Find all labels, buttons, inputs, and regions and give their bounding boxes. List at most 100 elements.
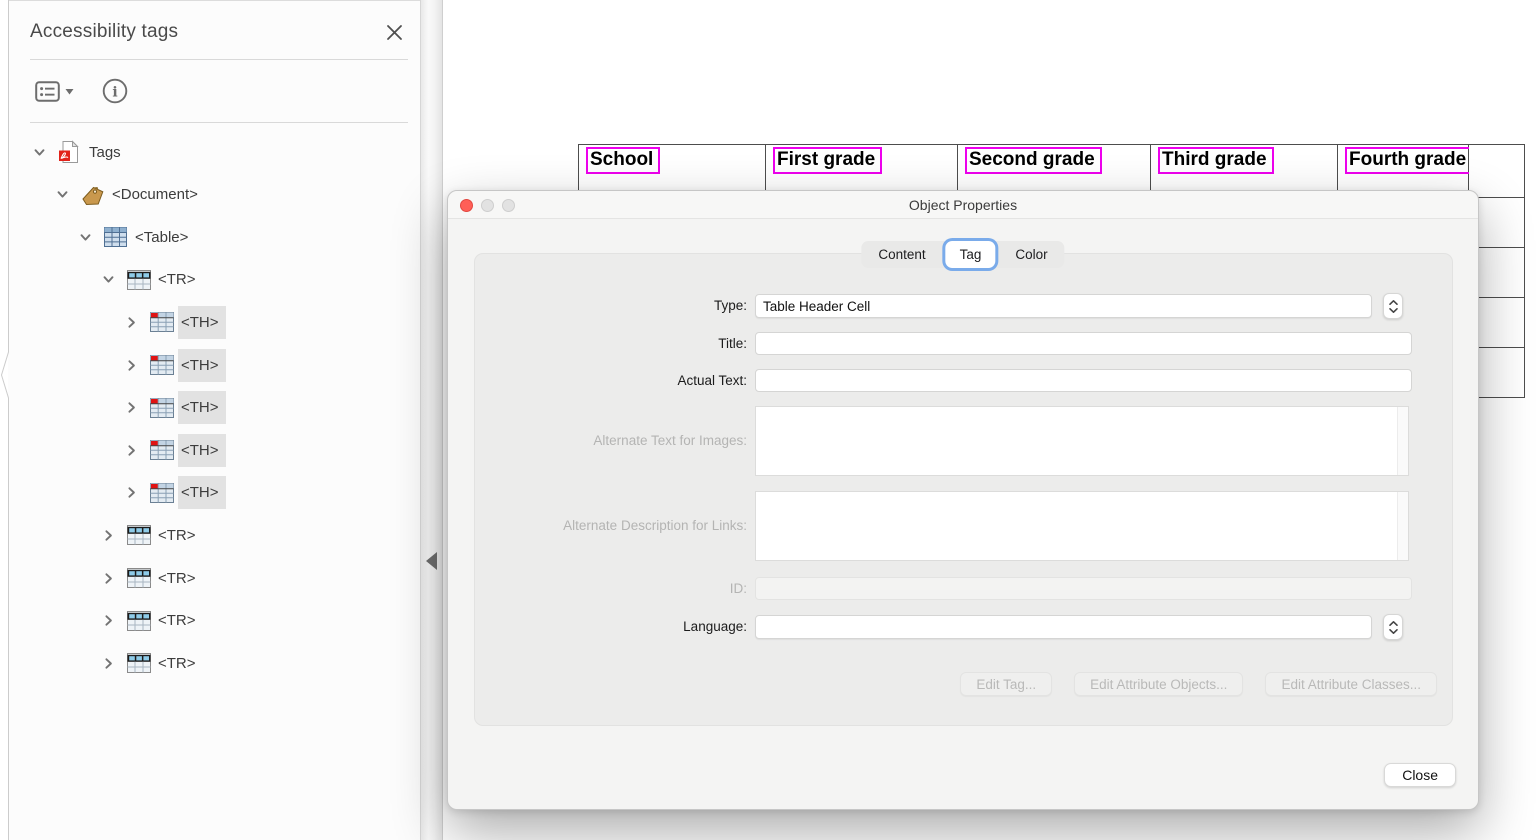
chevron-right-icon[interactable]: [102, 657, 115, 670]
panel-edge-notch: [0, 0, 14, 840]
id-label: ID:: [475, 577, 747, 601]
tree-item-tr-3[interactable]: <TR>: [8, 561, 420, 595]
tag-options-icon: [35, 81, 60, 102]
chevron-right-icon[interactable]: [125, 486, 138, 499]
chevron-right-icon[interactable]: [102, 529, 115, 542]
tree-item-tr-4[interactable]: <TR>: [8, 604, 420, 638]
window-minimize-button: [481, 199, 494, 212]
tree-item-tr-1[interactable]: <TR>: [8, 263, 420, 297]
tag-highlight-box: Third grade: [1158, 147, 1274, 174]
panel-divider: [30, 59, 408, 60]
panel-splitter[interactable]: [420, 0, 443, 840]
chevron-right-icon[interactable]: [125, 316, 138, 329]
pdf-icon: [58, 141, 82, 163]
language-field[interactable]: [755, 615, 1372, 639]
tag-highlight-box: First grade: [773, 147, 882, 174]
panel-title: Accessibility tags: [30, 21, 178, 43]
edit-attribute-objects-button: Edit Attribute Objects...: [1074, 672, 1243, 696]
tag-options-button[interactable]: [32, 78, 77, 105]
panel-divider: [30, 122, 408, 123]
tree-item-tags[interactable]: Tags: [8, 135, 420, 169]
type-field[interactable]: [755, 294, 1372, 318]
tree-item-label: <TH>: [178, 434, 226, 467]
tab-tag[interactable]: Tag: [946, 241, 996, 268]
textarea-scrollbar[interactable]: [1397, 492, 1408, 560]
tree-item-document[interactable]: <Document>: [8, 178, 420, 212]
tree-item-label: <Document>: [109, 178, 205, 211]
chevron-down-icon[interactable]: [33, 146, 46, 159]
tab-color[interactable]: Color: [998, 241, 1064, 268]
title-field[interactable]: [755, 332, 1412, 355]
tree-item-th-1[interactable]: <TH>: [8, 305, 420, 339]
close-panel-button[interactable]: [382, 20, 406, 44]
actual-text-field[interactable]: [755, 369, 1412, 392]
chevron-right-icon[interactable]: [125, 401, 138, 414]
alt-description-links-label: Alternate Description for Links:: [475, 491, 747, 561]
chevron-down-icon[interactable]: [79, 231, 92, 244]
tree-item-label: <TR>: [155, 604, 203, 637]
tree-item-label: <TR>: [155, 263, 203, 296]
tree-item-tr-5[interactable]: <TR>: [8, 646, 420, 680]
alt-text-images-label: Alternate Text for Images:: [475, 406, 747, 476]
pdf-header-cell: [1469, 145, 1525, 198]
accessibility-tags-panel: Accessibility tags: [8, 0, 420, 840]
header-cell-icon: [150, 311, 174, 333]
tree-item-tr-2[interactable]: <TR>: [8, 518, 420, 552]
tree-item-label: <Table>: [132, 221, 195, 254]
acrobat-window: Accessibility tags: [0, 0, 1540, 840]
chevron-right-icon[interactable]: [102, 614, 115, 627]
tree-item-label: <TR>: [155, 647, 203, 680]
table-row-icon: [127, 524, 151, 546]
close-icon: [385, 23, 404, 42]
close-button[interactable]: Close: [1384, 763, 1456, 787]
alt-text-images-textarea: [755, 406, 1409, 476]
chevron-right-icon[interactable]: [125, 444, 138, 457]
table-icon: [104, 226, 128, 248]
object-properties-dialog: Object Properties ContentTagColor Type: T…: [447, 190, 1479, 810]
alt-description-links-textarea: [755, 491, 1409, 561]
info-icon: i: [102, 78, 128, 104]
collapse-panel-arrow-icon[interactable]: [426, 552, 437, 570]
tree-item-th-2[interactable]: <TH>: [8, 348, 420, 382]
table-row-icon: [127, 567, 151, 589]
tag-highlight-box: Second grade: [965, 147, 1102, 174]
dialog-tabs: ContentTagColor: [861, 241, 1064, 268]
dialog-title: Object Properties: [448, 197, 1478, 213]
textarea-scrollbar[interactable]: [1397, 407, 1408, 475]
edit-tag-button: Edit Tag...: [960, 672, 1052, 696]
tree-item-label: <TR>: [155, 519, 203, 552]
tree-item-th-4[interactable]: <TH>: [8, 433, 420, 467]
window-close-button[interactable]: [460, 199, 473, 212]
tree-item-table[interactable]: <Table>: [8, 220, 420, 254]
table-row-icon: [127, 610, 151, 632]
type-label: Type:: [475, 294, 747, 318]
tag-highlight-box: Fourth grade: [1345, 147, 1473, 174]
actual-text-label: Actual Text:: [475, 369, 747, 393]
attribute-buttons-row: Edit Tag...Edit Attribute Objects...Edit…: [960, 672, 1437, 696]
table-row-icon: [127, 652, 151, 674]
tree-item-label: <TH>: [178, 349, 226, 382]
tag-highlight-box: School: [586, 147, 660, 174]
header-cell-icon: [150, 482, 174, 504]
info-button[interactable]: i: [99, 75, 131, 107]
tab-content[interactable]: Content: [861, 241, 942, 268]
tree-item-th-5[interactable]: <TH>: [8, 476, 420, 510]
dialog-titlebar: Object Properties: [448, 191, 1478, 219]
chevron-right-icon[interactable]: [102, 572, 115, 585]
header-cell-icon: [150, 439, 174, 461]
tree-item-label: <TH>: [178, 306, 226, 339]
tree-item-label: <TR>: [155, 562, 203, 595]
tree-item-label: <TH>: [178, 391, 226, 424]
type-stepper-icon[interactable]: [1383, 293, 1403, 319]
tree-item-th-3[interactable]: <TH>: [8, 391, 420, 425]
chevron-right-icon[interactable]: [125, 359, 138, 372]
tree-item-label: <TH>: [178, 476, 226, 509]
language-stepper-icon[interactable]: [1383, 614, 1403, 640]
title-label: Title:: [475, 332, 747, 356]
svg-text:i: i: [112, 85, 117, 101]
header-cell-icon: [150, 354, 174, 376]
table-row-icon: [127, 269, 151, 291]
chevron-down-icon[interactable]: [56, 188, 69, 201]
chevron-down-icon[interactable]: [102, 273, 115, 286]
tree-item-label: Tags: [86, 136, 128, 169]
